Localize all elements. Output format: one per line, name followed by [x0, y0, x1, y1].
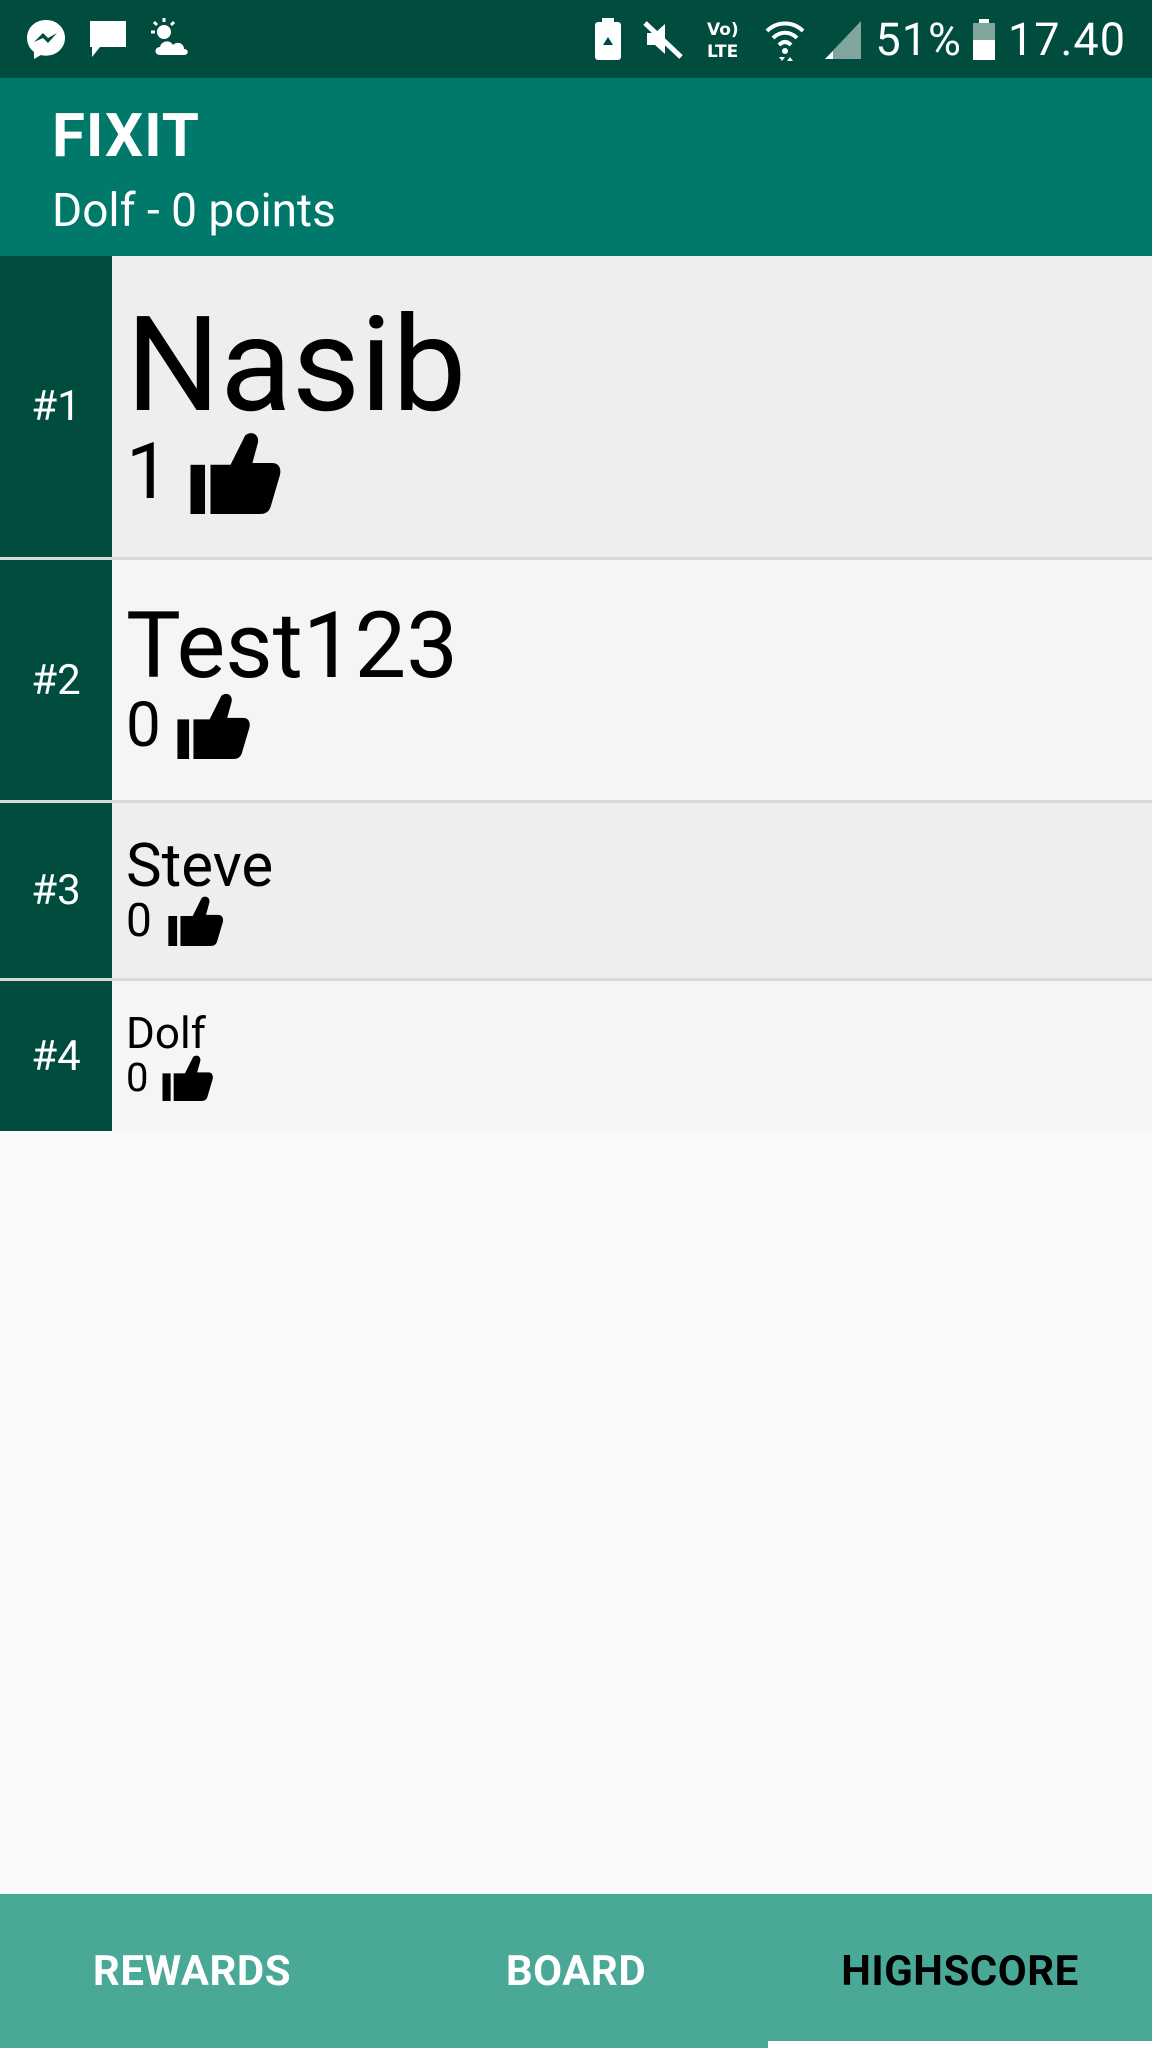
player-name: Test123: [126, 593, 458, 700]
rank-label: #1: [0, 256, 112, 557]
messenger-icon: [24, 17, 68, 61]
player-name: Dolf: [126, 1007, 206, 1059]
player-score-line: 0: [126, 693, 1152, 759]
player-entry: Steve 0: [112, 803, 1152, 978]
battery-percent: 51%: [875, 12, 962, 66]
player-name: Steve: [126, 829, 274, 901]
app-title: FIXIT: [52, 100, 200, 171]
thumbs-up-icon: [162, 1055, 214, 1101]
bottom-tab-bar: REWARDS BOARD HIGHSCORE: [0, 1894, 1152, 2048]
highscore-list: #1 Nasib 1 #2 Test123 0 #3 Steve 0 #4 Do…: [0, 256, 1152, 1131]
rank-label: #4: [0, 981, 112, 1131]
tab-board[interactable]: BOARD: [384, 1894, 768, 2048]
highscore-row[interactable]: #1 Nasib 1: [0, 256, 1152, 560]
highscore-row[interactable]: #3 Steve 0: [0, 803, 1152, 981]
thumbs-up-icon: [190, 432, 282, 514]
tab-highscore[interactable]: HIGHSCORE: [768, 1894, 1152, 2048]
svg-text:LTE: LTE: [707, 42, 738, 61]
rank-label: #3: [0, 803, 112, 978]
player-score-line: 1: [126, 432, 1152, 514]
highscore-row[interactable]: #2 Test123 0: [0, 560, 1152, 803]
app-bar: FIXIT Dolf - 0 points: [0, 78, 1152, 256]
status-left-icons: [24, 17, 210, 61]
weather-icon: [148, 17, 192, 61]
player-score: 0: [126, 689, 161, 762]
thumbs-up-icon: [177, 693, 251, 759]
player-entry: Nasib 1: [112, 256, 1152, 557]
player-score: 1: [126, 426, 170, 518]
player-entry: Dolf 0: [112, 981, 1152, 1131]
thumbs-up-icon: [168, 896, 224, 946]
player-entry: Test123 0: [112, 560, 1152, 800]
player-score: 0: [126, 1054, 149, 1101]
user-points: Dolf - 0 points: [52, 184, 336, 238]
rank-label: #2: [0, 560, 112, 800]
svg-text:Vo): Vo): [707, 20, 739, 40]
wifi-icon: [765, 17, 805, 61]
player-score-line: 0: [126, 1055, 1152, 1101]
battery-icon: [972, 17, 996, 61]
player-score-line: 0: [126, 896, 1152, 946]
chat-icon: [86, 17, 130, 61]
tab-rewards[interactable]: REWARDS: [0, 1894, 384, 2048]
volte-icon: Vo) LTE: [703, 17, 747, 61]
highscore-row[interactable]: #4 Dolf 0: [0, 981, 1152, 1131]
player-name: Nasib: [126, 288, 467, 443]
battery-saver-icon: [593, 17, 623, 61]
clock: 17.40: [1007, 12, 1126, 66]
mute-icon: [641, 17, 685, 61]
status-right-icons: Vo) LTE 51% 17.40: [575, 13, 1126, 66]
status-bar: Vo) LTE 51% 17.40: [0, 0, 1152, 78]
player-score: 0: [126, 893, 152, 948]
signal-icon: [823, 17, 863, 61]
